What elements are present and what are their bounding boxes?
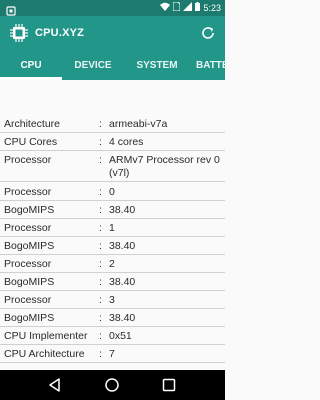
info-label: Processor <box>4 258 52 270</box>
cpu-chip-icon <box>9 23 29 43</box>
info-label: CPU Architecture <box>4 348 85 360</box>
divider <box>0 150 225 151</box>
battery-icon <box>195 2 201 13</box>
cpu-info-list[interactable]: Architecture : armeabi-v7a CPU Cores : 4… <box>0 80 225 370</box>
status-time: 5:23 <box>203 2 221 13</box>
info-label: BogoMIPS <box>4 204 55 216</box>
info-label: Processor <box>4 222 52 234</box>
info-separator: : <box>99 258 102 270</box>
info-label: BogoMIPS <box>4 312 55 324</box>
info-value: 2 <box>109 258 115 270</box>
info-separator: : <box>99 154 102 166</box>
refresh-icon[interactable] <box>199 24 217 42</box>
info-value: ARMv7 Processor rev 0 (v7l) <box>109 154 220 179</box>
info-separator: : <box>99 312 102 324</box>
back-icon[interactable] <box>47 377 63 393</box>
info-value: 1 <box>109 222 115 234</box>
info-value: 3 <box>109 294 115 306</box>
info-label: BogoMIPS <box>4 276 55 288</box>
divider <box>0 236 225 237</box>
info-value: 4 cores <box>109 136 144 148</box>
info-separator: : <box>99 222 102 234</box>
info-separator: : <box>99 348 102 360</box>
info-separator: : <box>99 204 102 216</box>
tab-cpu[interactable]: CPU <box>0 51 62 80</box>
info-separator: : <box>99 118 102 130</box>
info-label: Processor <box>4 154 52 166</box>
status-bar: 5:23 <box>0 0 225 16</box>
info-separator: : <box>99 136 102 148</box>
divider <box>0 362 225 363</box>
info-value: 38.40 <box>109 312 136 324</box>
recents-icon[interactable] <box>161 377 177 393</box>
info-value: 38.40 <box>109 240 136 252</box>
info-value: 38.40 <box>109 276 136 288</box>
wifi-icon <box>160 2 171 13</box>
tab-device[interactable]: DEVICE <box>62 51 124 80</box>
info-label: Processor <box>4 294 52 306</box>
signal-icon <box>183 2 193 13</box>
divider <box>0 181 225 182</box>
info-value: 0 <box>109 186 115 198</box>
divider <box>0 272 225 273</box>
info-label: CPU Cores <box>4 136 58 148</box>
info-value: 38.40 <box>109 204 136 216</box>
info-value: 0x51 <box>109 330 132 342</box>
navigation-bar <box>0 370 225 400</box>
info-label: BogoMIPS <box>4 240 55 252</box>
divider <box>0 326 225 327</box>
divider <box>0 132 225 133</box>
divider <box>0 200 225 201</box>
info-separator: : <box>99 330 102 342</box>
sim-icon <box>172 1 181 13</box>
info-separator: : <box>99 276 102 288</box>
divider <box>0 290 225 291</box>
divider <box>0 344 225 345</box>
divider <box>0 308 225 309</box>
divider <box>0 218 225 219</box>
app-bar: CPU.XYZ <box>0 16 225 51</box>
tab-bar: CPU DEVICE SYSTEM BATTERY <box>0 51 225 80</box>
info-value: armeabi-v7a <box>109 118 168 130</box>
info-label: Architecture <box>4 118 61 130</box>
home-icon[interactable] <box>104 377 120 393</box>
info-separator: : <box>99 240 102 252</box>
tab-system[interactable]: SYSTEM <box>124 51 190 80</box>
divider <box>0 254 225 255</box>
tab-battery[interactable]: BATTERY <box>196 51 225 80</box>
info-value: 7 <box>109 348 115 360</box>
info-label: Processor <box>4 186 52 198</box>
info-label: CPU Implementer <box>4 330 88 342</box>
app-title: CPU.XYZ <box>35 27 85 39</box>
info-separator: : <box>99 294 102 306</box>
info-separator: : <box>99 186 102 198</box>
